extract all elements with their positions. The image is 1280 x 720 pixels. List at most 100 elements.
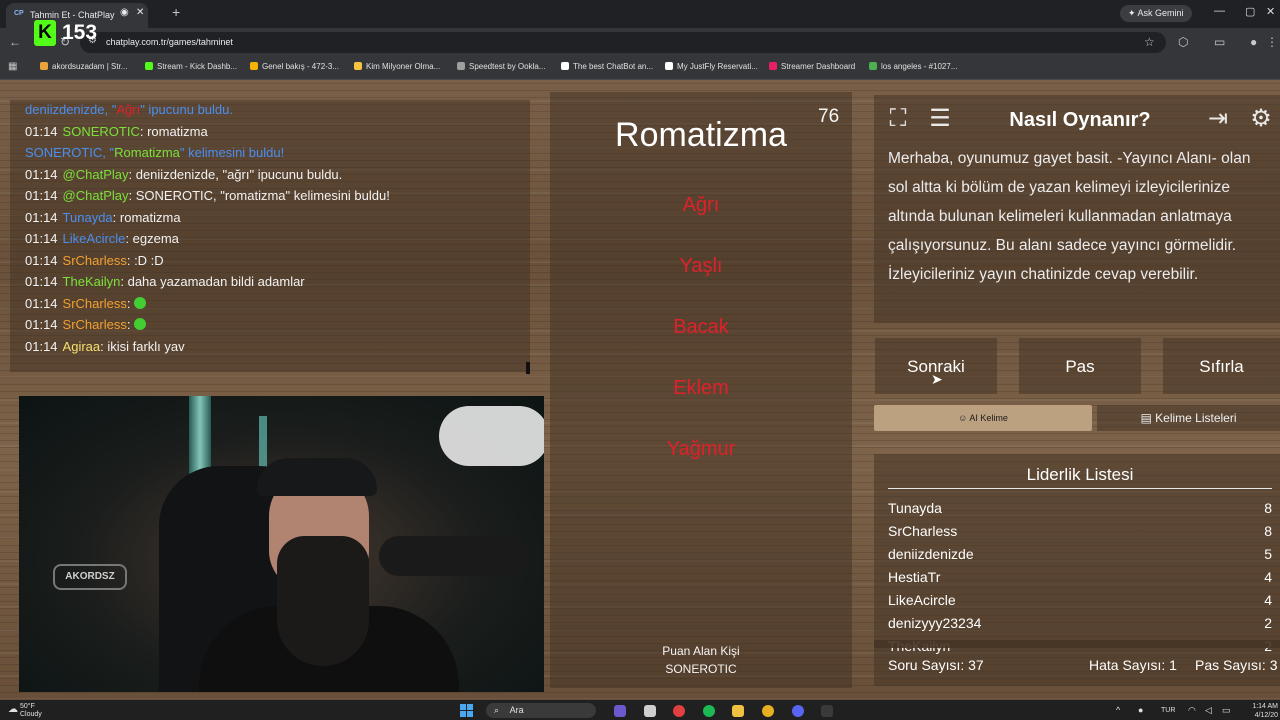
wifi-icon[interactable]: ◠ [1188,705,1196,716]
app-icon[interactable] [644,705,656,717]
fullscreen-icon[interactable]: ⛶ [883,104,913,134]
back-icon[interactable]: ← [9,35,21,49]
bookmark-favicon-icon [40,62,48,70]
chat-username[interactable]: deniizdenizde, [25,102,108,117]
pass-count: Pas Sayısı: 3 [1195,657,1278,673]
player-name: HestiaTr [888,569,941,585]
system-clock[interactable]: 1:14 AM 4/12/20 [1246,702,1278,720]
bookmark-item[interactable]: los angeles - #1027... [869,62,958,71]
sidebar-icon[interactable]: ▭ [1214,35,1225,49]
language-indicator[interactable]: TUR [1161,707,1175,714]
taboo-word: Yaşlı [679,255,723,277]
bookmark-item[interactable]: akordsuzadam | Str... [40,62,127,71]
taboo-word: Bacak [673,316,729,338]
chat-message: 01:14 @ChatPlay: deniizdenizde, "ağrı" ip… [25,167,342,182]
chat-text: "Romatizma" kelimesini buldu! [105,145,285,160]
bookmark-item[interactable]: Kim Milyoner Olma... [354,62,440,71]
bookmark-favicon-icon [354,62,362,70]
chat-username[interactable]: TheKailyn [63,274,121,289]
chat-scroll-indicator[interactable] [526,362,530,374]
bookmark-label: Streamer Dashboard [781,62,856,71]
app-icon[interactable] [614,705,626,717]
clock-time: 1:14 AM [1252,703,1278,710]
weather-widget[interactable]: 50°F Cloudy [20,703,42,719]
minimize-icon[interactable]: — [1214,5,1225,17]
tab-title: Tahmin Et - ChatPlay [30,10,115,20]
tab-close-icon[interactable]: ✕ [136,7,144,18]
chat-username[interactable]: Agiraa [63,339,101,354]
reset-button[interactable]: Sıfırla [1163,338,1280,394]
streamer-beard [277,536,369,666]
mouse-cursor-icon: ➤ [931,371,943,387]
maximize-icon[interactable]: ▢ [1245,5,1255,18]
profile-icon[interactable]: ● [1250,35,1257,49]
kick-logo-icon: K [34,20,56,46]
gemini-icon: ✦ [1128,8,1138,18]
chat-message: SONEROTIC, "Romatizma" kelimesini buldu! [25,145,284,160]
chat-text: : ikisi farklı yav [100,338,185,354]
chat-username[interactable]: SrCharless [63,296,127,311]
chrome-icon[interactable] [762,705,774,717]
bookmark-item[interactable]: My JustFly Reservati... [665,62,758,71]
chat-username[interactable]: SrCharless [63,253,127,268]
player-name: Tunayda [888,500,942,516]
file-explorer-icon[interactable] [732,705,744,717]
windows-start-icon[interactable] [460,704,474,718]
chevron-up-icon[interactable]: ^ [1116,705,1120,715]
chat-username[interactable]: SONEROTIC, [25,145,106,160]
discord-icon[interactable] [792,705,804,717]
chat-username[interactable]: Tunayda [63,210,113,225]
new-tab-button[interactable]: + [172,4,180,20]
list-icon[interactable]: ☰ [925,104,955,134]
chat-timestamp: 01:14 [25,123,58,139]
apps-grid-icon[interactable]: ▦ [8,61,17,72]
tab-word-lists[interactable]: ▤ Kelime Listeleri [1097,405,1280,431]
bookmarks-bar: ▦ akordsuzadam | Str... Stream - Kick Da… [0,57,1280,80]
bookmark-item[interactable]: Genel bakış - 472-3... [250,62,339,71]
app-icon[interactable] [821,705,833,717]
extensions-icon[interactable]: ⬡ [1178,35,1188,49]
scorer-name: SONEROTIC [665,662,737,676]
player-score: 8 [1264,500,1272,516]
chat-timestamp: 01:14 [25,209,58,225]
bookmark-label: Genel bakış - 472-3... [262,62,339,71]
bookmark-item[interactable]: Streamer Dashboard [769,62,855,71]
gear-icon[interactable]: ⚙ [1246,104,1276,134]
microphone-icon[interactable]: ● [1138,705,1143,715]
bookmark-favicon-icon [869,62,877,70]
volume-icon[interactable]: ◁ [1205,705,1212,716]
chat-timestamp: 01:14 [25,188,58,203]
bookmark-label: los angeles - #1027... [881,62,958,71]
menu-icon[interactable]: ⋮ [1266,35,1278,49]
tab-ai-word[interactable]: ☺ AI Kelime [874,405,1092,431]
window-close-icon[interactable]: ✕ [1266,5,1275,18]
ask-gemini-button[interactable]: ✦ Ask Gemini [1120,5,1192,22]
chat-message: deniizdenizde, "Ağrı" ipucunu buldu. [25,102,233,117]
app-icon[interactable] [673,705,685,717]
chat-username[interactable]: @ChatPlay [63,188,129,203]
chat-username[interactable]: LikeAcircle [63,231,126,246]
taboo-word: Yağmur [666,438,736,460]
address-bar[interactable]: ⚙ chatplay.com.tr/games/tahminet ☆ [80,32,1166,53]
bookmark-item[interactable]: Stream - Kick Dashb... [145,62,237,71]
chat-message: 01:14 SrCharless: [25,296,147,311]
notebook-icon: ▤ [1140,411,1156,425]
bookmark-star-icon[interactable]: ☆ [1144,35,1155,49]
chat-highlight: Romatizma [114,145,180,160]
chat-username[interactable]: SONEROTIC [63,124,140,139]
pass-button[interactable]: Pas [1019,338,1141,394]
bookmark-item[interactable]: The best ChatBot an... [561,62,653,71]
chat-username[interactable]: SrCharless [63,317,127,332]
chat-username[interactable]: @ChatPlay [63,167,129,182]
chat-message: 01:14 Agiraa: ikisi farklı yav [25,339,185,354]
battery-icon[interactable]: ▭ [1222,705,1231,716]
spotify-icon[interactable] [703,705,715,717]
url-text: chatplay.com.tr/games/tahminet [106,37,233,47]
bookmark-item[interactable]: Speedtest by Ookla... [457,62,546,71]
webcam-feed: AKORDSZ [19,396,544,692]
tab-audio-icon[interactable]: ◉ [120,7,129,18]
chat-message: 01:14 @ChatPlay: SONEROTIC, "romatizma" k… [25,188,390,203]
exit-icon[interactable]: ⇥ [1203,104,1233,134]
speedtest-favicon-icon [457,62,465,70]
taskbar-search[interactable]: ⌕ Ara [486,703,596,718]
